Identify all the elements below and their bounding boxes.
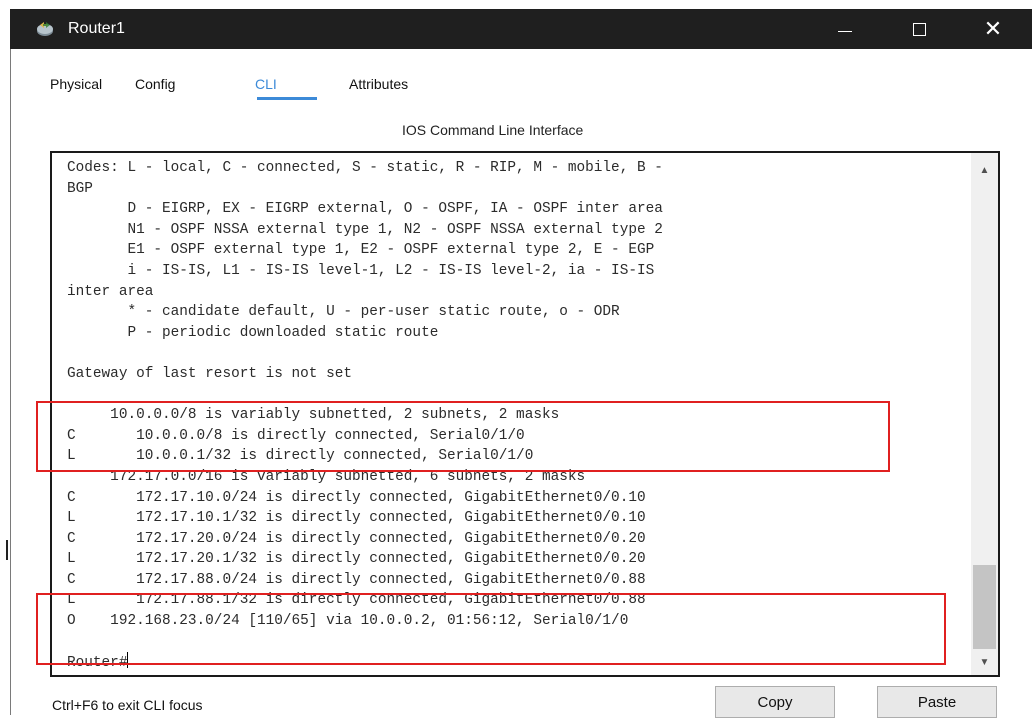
minimize-icon: [838, 30, 852, 32]
window-titlebar[interactable]: Router1 ✕: [10, 9, 1032, 49]
terminal-line: D - EIGRP, EX - EIGRP external, O - OSPF…: [67, 201, 663, 218]
minimize-button[interactable]: [816, 9, 874, 49]
tab-cli[interactable]: CLI: [255, 76, 277, 92]
terminal-line: BGP: [67, 180, 93, 197]
terminal-line: E1 - OSPF external type 1, E2 - OSPF ext…: [67, 242, 655, 259]
scroll-thumb[interactable]: [973, 565, 996, 649]
terminal-scrollbar[interactable]: ▲ ▼: [971, 153, 998, 675]
terminal-line: Gateway of last resort is not set: [67, 365, 352, 382]
close-button[interactable]: ✕: [964, 9, 1022, 49]
tab-physical[interactable]: Physical: [50, 76, 102, 92]
scroll-down-arrow-icon[interactable]: ▼: [971, 651, 998, 673]
window-edge-marker: [6, 540, 8, 560]
highlight-box-ospf-route: [36, 593, 946, 665]
maximize-button[interactable]: [890, 9, 948, 49]
copy-button[interactable]: Copy: [715, 686, 835, 718]
terminal-line: i - IS-IS, L1 - IS-IS level-1, L2 - IS-I…: [67, 262, 655, 279]
terminal-line: C 172.17.20.0/24 is directly connected, …: [67, 530, 646, 547]
terminal-line: C 172.17.88.0/24 is directly connected, …: [67, 571, 646, 588]
close-icon: ✕: [983, 16, 1003, 41]
terminal-line: Codes: L - local, C - connected, S - sta…: [67, 160, 663, 176]
window-title: Router1: [68, 20, 125, 37]
section-title: IOS Command Line Interface: [402, 122, 584, 138]
terminal-line: N1 - OSPF NSSA external type 1, N2 - OSP…: [67, 221, 663, 238]
terminal-line: C 172.17.10.0/24 is directly connected, …: [67, 489, 646, 506]
highlight-box-10-network: [36, 401, 890, 472]
maximize-icon: [912, 22, 926, 36]
terminal-line: L 172.17.20.1/32 is directly connected, …: [67, 551, 646, 568]
cli-focus-hint: Ctrl+F6 to exit CLI focus: [52, 697, 203, 713]
terminal-line: P - periodic downloaded static route: [67, 324, 439, 341]
scroll-up-arrow-icon[interactable]: ▲: [971, 159, 998, 181]
tab-config[interactable]: Config: [135, 76, 175, 92]
router-icon: [35, 20, 55, 38]
terminal-line: L 172.17.10.1/32 is directly connected, …: [67, 510, 646, 527]
active-tab-indicator: [257, 97, 317, 100]
window-border: [10, 49, 11, 715]
terminal-line: inter area: [67, 283, 154, 300]
tab-attributes[interactable]: Attributes: [349, 76, 408, 92]
terminal-line: * - candidate default, U - per-user stat…: [67, 304, 620, 321]
paste-button[interactable]: Paste: [877, 686, 997, 718]
